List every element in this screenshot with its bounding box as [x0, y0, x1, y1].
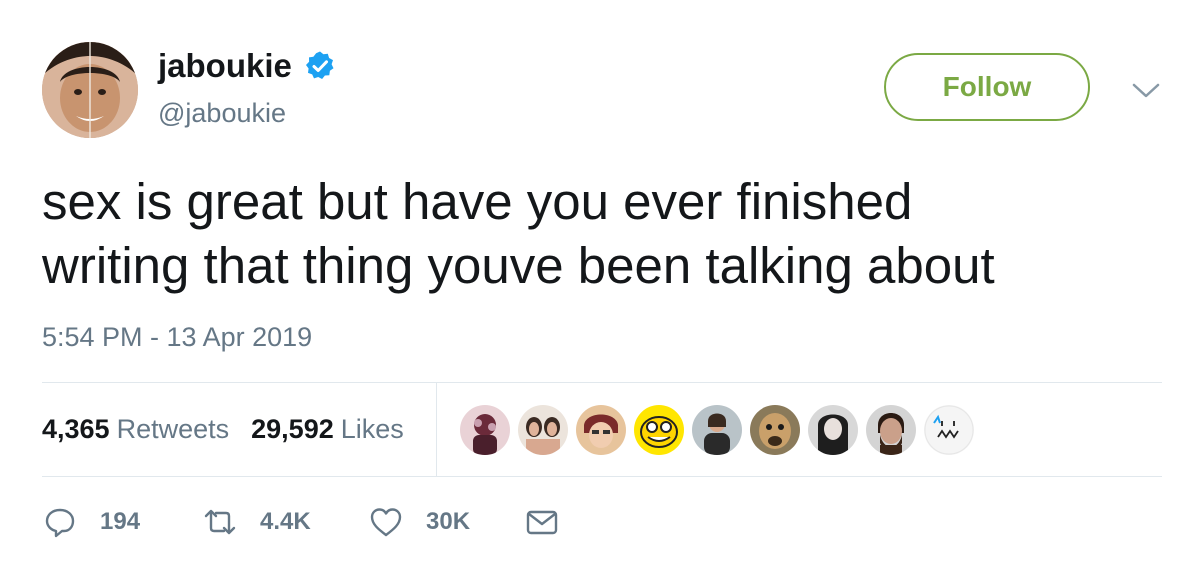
likes-label: Likes — [340, 414, 404, 444]
divider — [42, 382, 1162, 383]
liker-avatar[interactable] — [866, 405, 916, 455]
likers-avatars — [460, 405, 974, 455]
liker-avatar[interactable] — [692, 405, 742, 455]
retweet-count: 4.4K — [260, 508, 311, 535]
divider — [42, 476, 1162, 477]
like-action[interactable]: 30K — [368, 502, 470, 542]
tweet-card: jaboukie @jaboukie Follow sex is great b… — [0, 0, 1196, 582]
likes-count: 29,592 — [251, 414, 334, 444]
direct-message-action[interactable] — [524, 502, 560, 542]
user-avatar[interactable] — [42, 42, 138, 138]
reply-action[interactable]: 194 — [42, 502, 140, 542]
envelope-icon — [526, 510, 558, 535]
tweet-timestamp[interactable]: 5:54 PM - 13 Apr 2019 — [42, 320, 312, 354]
reply-count: 194 — [100, 508, 141, 535]
tweet-text-line: writing that thing youve been talking ab… — [42, 237, 995, 294]
liker-avatar[interactable] — [808, 405, 858, 455]
liker-avatar[interactable] — [750, 405, 800, 455]
display-name-text: jaboukie — [158, 47, 292, 84]
tweet-stats: 4,365 Retweets 29,592 Likes — [42, 412, 404, 446]
likes-stat[interactable]: 29,592 Likes — [251, 412, 404, 446]
avatar-image — [42, 42, 138, 138]
tweet-text-line: sex is great but have you ever finished — [42, 173, 913, 230]
display-name[interactable]: jaboukie — [158, 46, 336, 86]
liker-avatar[interactable] — [924, 405, 974, 455]
retweet-icon — [204, 509, 236, 535]
retweet-action[interactable]: 4.4K — [202, 502, 311, 542]
reply-icon — [45, 508, 75, 538]
stats-divider — [436, 383, 437, 476]
verified-badge-icon — [304, 50, 336, 82]
user-handle[interactable]: @jaboukie — [158, 96, 286, 130]
liker-avatar[interactable] — [576, 405, 626, 455]
liker-avatar[interactable] — [634, 405, 684, 455]
heart-icon — [370, 508, 402, 537]
retweets-count: 4,365 — [42, 414, 110, 444]
chevron-down-icon[interactable] — [1130, 78, 1162, 102]
liker-avatar[interactable] — [518, 405, 568, 455]
follow-button[interactable]: Follow — [884, 53, 1090, 121]
tweet-text: sex is great but have you ever finished … — [42, 170, 1152, 298]
retweets-label: Retweets — [116, 414, 230, 444]
liker-avatar[interactable] — [460, 405, 510, 455]
like-count: 30K — [426, 508, 471, 535]
retweets-stat[interactable]: 4,365 Retweets — [42, 412, 229, 446]
